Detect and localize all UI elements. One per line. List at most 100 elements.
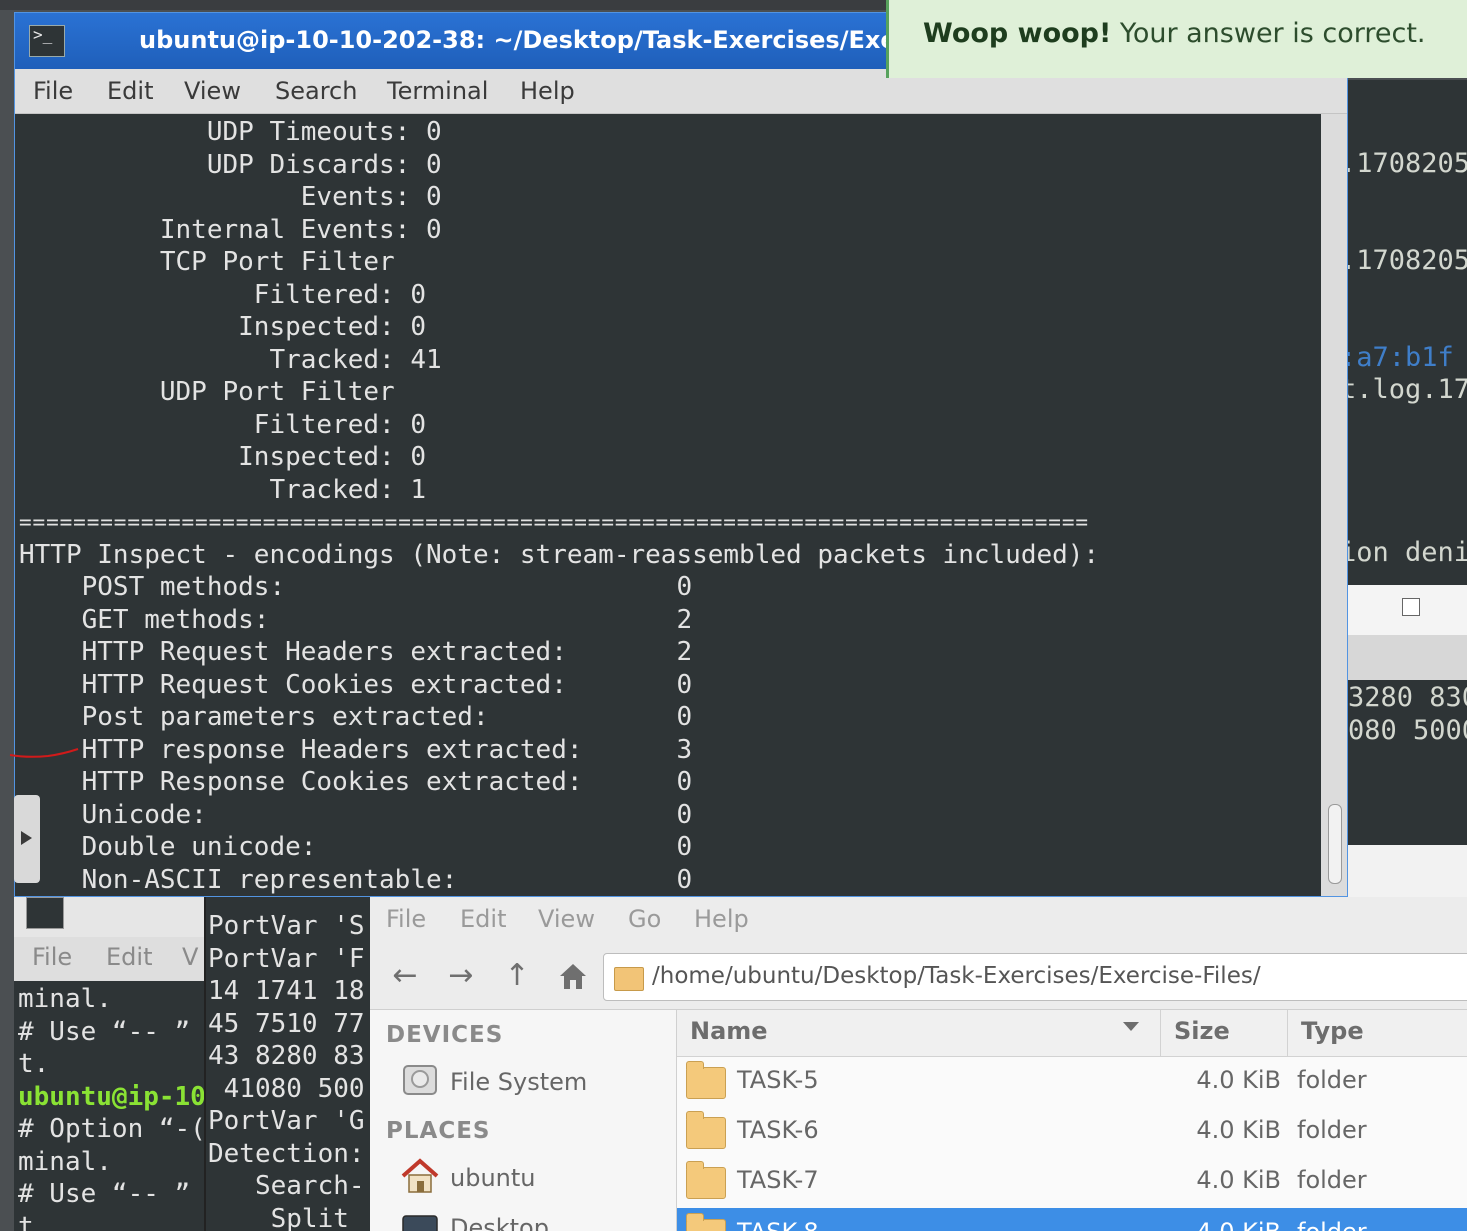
menu-help[interactable]: Help <box>520 77 575 105</box>
menu-search[interactable]: Search <box>275 77 357 105</box>
terminal-line: .1708205 <box>1340 245 1467 276</box>
terminal-line: Inspected: 0 <box>19 442 426 472</box>
background-terminal-middle[interactable]: PortVar 'S PortVar 'F 14 1741 18 45 7510… <box>204 897 372 1231</box>
terminal-line: PortVar 'F <box>208 943 365 974</box>
terminal-line: GET methods: 2 <box>19 604 693 635</box>
terminal-line: Non-ASCII representable: 0 <box>19 864 693 895</box>
menu-edit[interactable]: Edit <box>107 77 153 105</box>
sidebar-header-places: PLACES <box>386 1118 491 1144</box>
menu-file[interactable]: File <box>33 77 73 105</box>
menu-edit[interactable]: Edit <box>460 905 506 933</box>
terminal-line: Detection: <box>208 1138 365 1169</box>
file-size: 4.0 KiB <box>1196 1116 1281 1144</box>
sidebar-item-desktop[interactable]: Desktop <box>450 1214 549 1231</box>
terminal-line: Split <box>208 1203 349 1231</box>
file-type: folder <box>1297 1066 1367 1094</box>
scrollbar-thumb[interactable] <box>1328 804 1342 884</box>
file-list[interactable]: Name Size Type TASK-5 4.0 KiB folder TAS… <box>677 1010 1467 1231</box>
home-icon[interactable] <box>556 959 590 993</box>
menu-file[interactable]: File <box>32 943 72 971</box>
terminal-line: 14 1741 18 <box>208 976 365 1006</box>
maximize-icon[interactable] <box>1402 598 1420 616</box>
terminal-line: TCP Port Filter <box>19 247 395 277</box>
file-name: TASK-6 <box>737 1116 819 1144</box>
menu-file[interactable]: File <box>386 905 426 933</box>
file-manager-toolbar: ← → ↑ /home/ubuntu/Desktop/Task-Exercise… <box>370 947 1467 1010</box>
terminal-line: t. <box>18 1049 50 1079</box>
background-terminal-right-lower[interactable]: 3280 830 080 5000 <box>1348 680 1467 845</box>
terminal-line: Search- <box>208 1171 365 1201</box>
file-row[interactable]: TASK-6 4.0 KiB folder <box>677 1106 1467 1156</box>
terminal-line: PortVar 'G <box>208 1106 365 1136</box>
file-row[interactable]: TASK-7 4.0 KiB folder <box>677 1156 1467 1206</box>
file-manager-window[interactable]: File Edit View Go Help ← → ↑ /home/ubunt… <box>370 897 1467 1231</box>
terminal-line: UDP Port Filter <box>19 377 395 407</box>
terminal-line: HTTP Response Cookies extracted: 0 <box>19 767 693 797</box>
terminal-line: Unicode: 0 <box>19 799 693 830</box>
terminal-line: HTTP Request Headers extracted: 2 <box>19 637 693 667</box>
notification-message: Woop woop! Your answer is correct. <box>923 18 1426 49</box>
terminal-line: Double unicode: 0 <box>19 832 693 862</box>
terminal-line: 3280 830 <box>1348 682 1467 713</box>
terminal-icon: >_ <box>29 25 65 57</box>
expand-arrow-icon <box>21 831 32 845</box>
folder-icon <box>686 1213 726 1231</box>
menu-view[interactable]: View <box>184 77 241 105</box>
file-type: folder <box>1297 1218 1367 1231</box>
terminal-line: HTTP Inspect - encodings (Note: stream-r… <box>19 539 1100 570</box>
column-separator <box>1287 1010 1288 1056</box>
sidebar-item-file-system[interactable]: File System <box>450 1068 587 1096</box>
desktop-icon <box>402 1215 438 1231</box>
terminal-line: :a7:b1f <box>1340 342 1454 373</box>
menu-go[interactable]: Go <box>628 905 661 933</box>
menu-view[interactable]: View <box>538 905 595 933</box>
column-name[interactable]: Name <box>690 1017 768 1045</box>
terminal-line: Internal Events: 0 <box>19 214 442 245</box>
file-size: 4.0 KiB <box>1196 1066 1281 1094</box>
background-window-panel <box>1348 635 1467 680</box>
back-arrow-icon[interactable]: ← <box>388 959 422 993</box>
column-type[interactable]: Type <box>1301 1017 1364 1045</box>
terminal-line: Tracked: 41 <box>19 344 442 375</box>
menu-terminal[interactable]: Terminal <box>387 77 488 105</box>
terminal-line-highlighted: HTTP response Headers extracted: 3 <box>19 734 693 765</box>
background-terminal-left[interactable]: File Edit V minal. # Use “-- ” t. ubuntu… <box>14 897 204 1231</box>
terminal-line: Filtered: 0 <box>19 279 426 310</box>
file-list-header: Name Size Type <box>677 1010 1467 1057</box>
file-type: folder <box>1297 1166 1367 1194</box>
terminal-menubar: File Edit V <box>14 937 204 981</box>
menu-view[interactable]: V <box>182 943 198 971</box>
background-window-panel <box>1348 845 1467 900</box>
terminal-line: 080 5000 <box>1348 715 1467 746</box>
menu-help[interactable]: Help <box>694 905 749 933</box>
home-folder-icon <box>401 1158 439 1193</box>
terminal-titlebar[interactable] <box>14 897 204 937</box>
terminal-line: Tracked: 1 <box>19 474 426 505</box>
terminal-line: 43 8280 83 <box>208 1041 365 1071</box>
panel-handle[interactable] <box>14 795 40 883</box>
terminal-line: t. <box>18 1211 50 1231</box>
terminal-line: POST methods: 0 <box>19 572 693 602</box>
column-size[interactable]: Size <box>1174 1017 1230 1045</box>
file-row-selected[interactable]: TASK-8 4.0 KiB folder <box>677 1208 1467 1231</box>
terminal-line: # Option “-( <box>18 1114 204 1144</box>
terminal-line: 41080 500 <box>208 1073 365 1104</box>
terminal-output[interactable]: UDP Timeouts: 0 UDP Discards: 0 Events: … <box>15 114 1321 896</box>
sort-descending-icon[interactable] <box>1123 1022 1139 1031</box>
terminal-window[interactable]: >_ ubuntu@ip-10-10-202-38: ~/Desktop/Tas… <box>14 12 1348 897</box>
terminal-prompt: ubuntu@ip-10 <box>18 1081 204 1112</box>
file-name: TASK-7 <box>737 1166 819 1194</box>
forward-arrow-icon[interactable]: → <box>444 959 478 993</box>
terminal-line: UDP Timeouts: 0 <box>19 117 442 147</box>
up-arrow-icon[interactable]: ↑ <box>500 959 534 993</box>
menu-edit[interactable]: Edit <box>106 943 152 971</box>
terminal-line: t.log.17 <box>1340 374 1467 405</box>
file-type: folder <box>1297 1116 1367 1144</box>
sidebar-item-home[interactable]: ubuntu <box>450 1164 536 1192</box>
file-row[interactable]: TASK-5 4.0 KiB folder <box>677 1056 1467 1106</box>
terminal-scrollbar[interactable] <box>1321 114 1347 896</box>
terminal-line: minal. <box>18 984 112 1014</box>
sidebar-header-devices: DEVICES <box>386 1022 504 1048</box>
location-bar[interactable]: /home/ubuntu/Desktop/Task-Exercises/Exer… <box>603 953 1467 1001</box>
terminal-icon <box>26 897 64 929</box>
